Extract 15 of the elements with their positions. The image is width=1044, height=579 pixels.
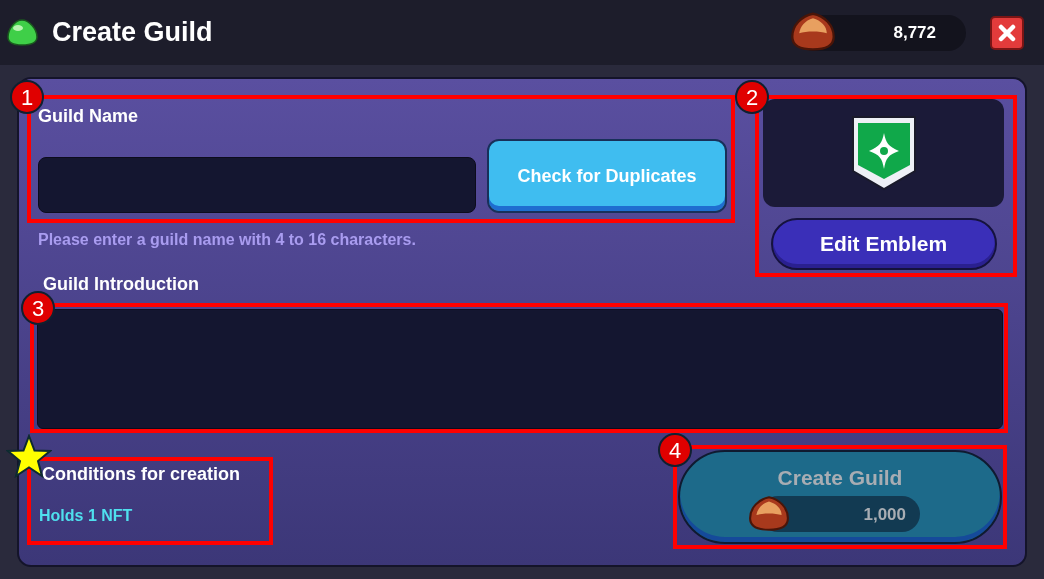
cost-amount: 1,000 bbox=[863, 503, 906, 526]
close-icon bbox=[998, 23, 1016, 42]
slime-icon bbox=[7, 19, 38, 46]
close-button[interactable] bbox=[990, 15, 1024, 50]
edit-emblem-button[interactable]: Edit Emblem bbox=[770, 218, 997, 270]
requirement-text: Holds 1 NFT bbox=[39, 506, 134, 526]
conditions-label: Conditions for creation bbox=[42, 463, 240, 486]
shield-emblem-icon bbox=[850, 115, 917, 191]
guild-name-field[interactable] bbox=[38, 157, 476, 213]
chestnut-icon bbox=[790, 10, 836, 51]
hint-text: Please enter a guild name with 4 to 16 characters. bbox=[38, 230, 417, 250]
window-title: Create Guild bbox=[52, 16, 213, 50]
chestnut-icon bbox=[748, 494, 790, 533]
field-label: Guild Introduction bbox=[43, 274, 199, 294]
currency-amount: 8,772 bbox=[893, 21, 936, 44]
